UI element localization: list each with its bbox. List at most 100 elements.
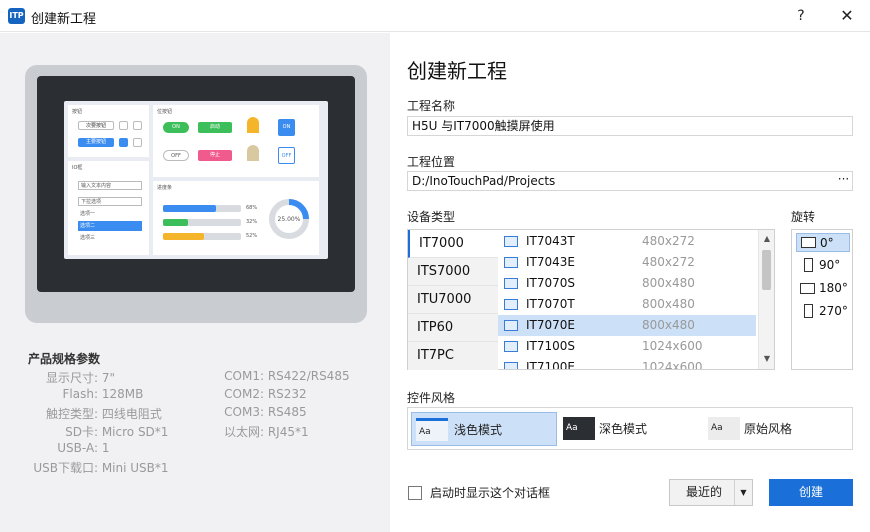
preview-beacon-off-icon <box>247 145 259 161</box>
preview-io-panel: IO框 输入文本内容 下拉选项 选项一 选项二 选项三 <box>68 161 149 255</box>
preview-down-icon <box>119 138 128 147</box>
model-row-it7070s[interactable]: IT7070S 800x480 <box>498 273 756 294</box>
spec-display-size: 显示尺寸: 7" <box>45 371 115 385</box>
preview-option-2: 选项二 <box>78 221 142 231</box>
gauge-label: 25.00% <box>278 216 301 223</box>
recent-dropdown[interactable]: 最近的 ▼ <box>669 479 753 506</box>
spec-usb-a: USB-A: 1 <box>57 441 110 455</box>
specs-title: 产品规格参数 <box>28 352 101 366</box>
monitor-icon <box>504 299 518 310</box>
project-name-input[interactable]: H5U 与IT7000触摸屏使用 <box>407 116 853 136</box>
progress-label-3: 52% <box>246 233 258 239</box>
monitor-icon <box>504 362 518 369</box>
device-type-itp60[interactable]: ITP60 <box>408 314 498 342</box>
device-preview-panel: 按钮 次要按钮 主要按钮 位按钮 ON 启动 ON OFF 停止 OFF IO框… <box>0 33 390 532</box>
classic-theme-icon: Aa <box>708 417 740 440</box>
progress-bar-3 <box>163 233 241 240</box>
progress-fill-2 <box>163 219 188 226</box>
model-row-it7043t[interactable]: IT7043T 480x272 <box>498 231 756 252</box>
preview-toggle-off: OFF <box>163 150 189 161</box>
preview-toggle-on: ON <box>163 122 189 133</box>
device-image: 按钮 次要按钮 主要按钮 位按钮 ON 启动 ON OFF 停止 OFF IO框… <box>25 65 367 323</box>
rotation-180[interactable]: 180° <box>796 279 850 298</box>
progress-bar-2 <box>163 219 241 226</box>
preview-off-button: OFF <box>278 147 295 164</box>
spec-touch-type: 触控类型: 四线电阻式 <box>45 407 162 421</box>
spec-ethernet: 以太网: RJ45*1 <box>223 425 309 439</box>
project-location-label: 工程位置 <box>407 155 456 169</box>
device-type-it7pc[interactable]: IT7PC <box>408 342 498 370</box>
monitor-icon <box>504 341 518 352</box>
spec-com2: COM2: RS232 <box>224 387 307 401</box>
model-row-it7043e[interactable]: IT7043E 480x272 <box>498 252 756 273</box>
close-button[interactable]: ✕ <box>832 6 862 26</box>
preview-gauge: 25.00% <box>269 199 309 239</box>
style-classic[interactable]: Aa 原始风格 <box>706 412 846 446</box>
rotation-90[interactable]: 90° <box>796 256 850 275</box>
monitor-icon <box>504 320 518 331</box>
project-location-input[interactable]: D:/InoTouchPad/Projects <box>407 171 853 191</box>
window-title: 创建新工程 <box>31 12 97 27</box>
monitor-icon <box>504 236 518 247</box>
device-bezel: 按钮 次要按钮 主要按钮 位按钮 ON 启动 ON OFF 停止 OFF IO框… <box>37 76 355 292</box>
device-selector: IT7000 ITS7000 ITU7000 ITP60 IT7PC IT704… <box>407 229 775 370</box>
recent-label: 最近的 <box>686 485 723 499</box>
style-dark[interactable]: Aa 深色模式 <box>561 412 701 446</box>
preview-start-button: 启动 <box>198 122 232 133</box>
show-on-start-checkbox[interactable] <box>408 486 422 500</box>
browse-button[interactable]: ··· <box>834 171 853 191</box>
app-logo-icon: ITP <box>8 8 25 24</box>
device-type-it7000[interactable]: IT7000 <box>408 230 498 258</box>
preview-text-input: 输入文本内容 <box>78 181 142 190</box>
rotation-0[interactable]: 0° <box>796 233 850 252</box>
model-row-it7100e[interactable]: IT7100E 1024x600 <box>498 357 756 369</box>
preview-section-io: IO框 <box>72 165 83 171</box>
model-row-it7070e[interactable]: IT7070E 800x480 <box>498 315 756 336</box>
preview-stop-button: 停止 <box>198 150 232 161</box>
device-type-label: 设备类型 <box>407 210 456 224</box>
spec-flash: Flash: 128MB <box>62 387 144 401</box>
device-model-list: IT7043T 480x272 IT7043E 480x272 IT7070S 800… <box>498 230 758 369</box>
preview-buttons-panel: 按钮 次要按钮 主要按钮 <box>68 105 149 157</box>
dark-theme-icon: Aa <box>563 417 595 440</box>
preview-prev-icon <box>133 121 142 130</box>
preview-primary-button: 主要按钮 <box>78 138 114 147</box>
style-light[interactable]: Aa 浅色模式 <box>411 412 557 446</box>
widget-style-selector: Aa 浅色模式 Aa 深色模式 Aa 原始风格 <box>407 407 853 450</box>
chevron-down-icon[interactable]: ▼ <box>734 480 752 505</box>
model-list-scrollbar[interactable]: ▲ ▼ <box>758 230 774 369</box>
show-on-start-label: 启动时显示这个对话框 <box>430 486 551 500</box>
preview-on-button: ON <box>278 119 295 136</box>
scroll-up-icon[interactable]: ▲ <box>760 232 774 246</box>
portrait-icon <box>804 258 813 272</box>
model-row-it7070t[interactable]: IT7070T 800x480 <box>498 294 756 315</box>
spec-com3: COM3: RS485 <box>224 405 307 419</box>
model-row-it7100s[interactable]: IT7100S 1024x600 <box>498 336 756 357</box>
preview-up-icon <box>119 121 128 130</box>
preview-progress-panel: 进度条 68% 32% 52% 25.00% <box>153 181 319 255</box>
device-type-its7000[interactable]: ITS7000 <box>408 258 498 286</box>
project-name-label: 工程名称 <box>407 99 456 113</box>
monitor-icon <box>504 278 518 289</box>
progress-label-1: 68% <box>246 205 258 211</box>
preview-section-bit-button: 位按钮 <box>157 109 173 115</box>
rotation-label: 旋转 <box>791 210 816 224</box>
preview-section-progress: 进度条 <box>157 185 173 191</box>
page-title: 创建新工程 <box>407 59 507 83</box>
preview-secondary-button: 次要按钮 <box>78 121 114 130</box>
light-theme-icon: Aa <box>416 418 448 441</box>
preview-next-icon <box>133 138 142 147</box>
spec-usb-download: USB下载口: Mini USB*1 <box>33 461 169 475</box>
scroll-down-icon[interactable]: ▼ <box>760 352 774 366</box>
rotation-270[interactable]: 270° <box>796 302 850 321</box>
device-type-itu7000[interactable]: ITU7000 <box>408 286 498 314</box>
create-button[interactable]: 创建 <box>769 479 853 506</box>
device-type-list: IT7000 ITS7000 ITU7000 ITP60 IT7PC <box>408 230 498 370</box>
landscape-icon <box>801 237 816 248</box>
scroll-thumb[interactable] <box>762 250 771 290</box>
help-button[interactable]: ? <box>786 6 816 26</box>
portrait-icon <box>804 304 813 318</box>
progress-label-2: 32% <box>246 219 258 225</box>
title-bar: ITP 创建新工程 ? ✕ <box>0 0 870 32</box>
device-screen: 按钮 次要按钮 主要按钮 位按钮 ON 启动 ON OFF 停止 OFF IO框… <box>64 101 328 259</box>
